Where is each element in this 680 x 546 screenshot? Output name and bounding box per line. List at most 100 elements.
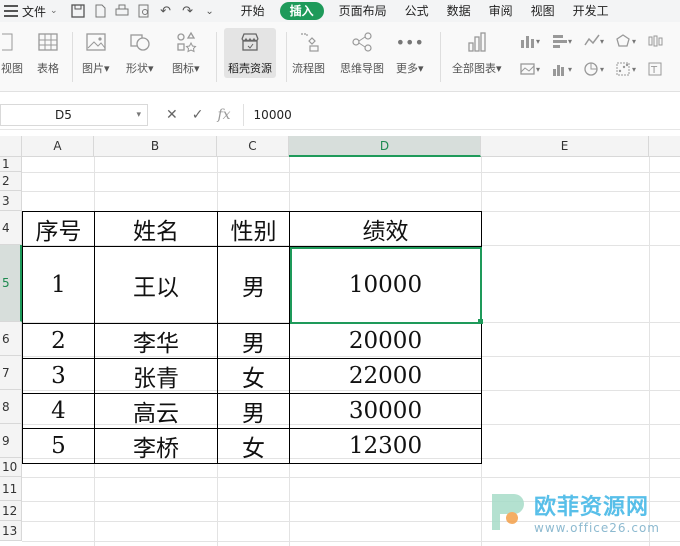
column-header-b[interactable]: B — [94, 136, 217, 157]
print-preview-icon[interactable] — [136, 3, 152, 19]
column-header-f[interactable] — [649, 136, 680, 157]
chart-type-row-1: ▾ ▾ ▾ ▾ — [520, 34, 670, 51]
row-header-4[interactable]: 4 — [0, 211, 22, 245]
table-cell[interactable]: 李华 — [94, 323, 218, 359]
mindmap-button[interactable]: 思维导图 — [340, 30, 384, 76]
header-cell-name[interactable]: 姓名 — [94, 211, 218, 247]
tab-page-layout[interactable]: 页面布局 — [330, 0, 396, 22]
row-header-13[interactable]: 13 — [0, 521, 22, 541]
file-menu[interactable]: 文件 ⌄ — [0, 0, 64, 22]
row-header-9[interactable]: 9 — [0, 424, 22, 458]
undo-icon[interactable]: ↶ — [158, 3, 174, 19]
table-cell[interactable]: 2 — [22, 323, 95, 359]
svg-text:▾: ▾ — [600, 65, 604, 74]
tab-data[interactable]: 数据 — [438, 0, 480, 22]
redo-icon[interactable]: ↷ — [180, 3, 196, 19]
confirm-icon[interactable]: ✓ — [192, 107, 204, 123]
table-cell[interactable]: 李桥 — [94, 428, 218, 464]
header-cell-index[interactable]: 序号 — [22, 211, 95, 247]
table-cell[interactable]: 女 — [217, 358, 290, 394]
tab-view[interactable]: 视图 — [522, 0, 564, 22]
watermark-text: 欧菲资源网 www.office26.com — [534, 489, 660, 535]
table-cell[interactable]: 3 — [22, 358, 95, 394]
table-cell[interactable]: 男 — [217, 393, 290, 429]
export-pdf-icon[interactable] — [92, 3, 108, 19]
table-label: 表格 — [37, 62, 59, 75]
header-cell-performance[interactable]: 绩效 — [289, 211, 482, 247]
icon-button[interactable]: 图标▾ — [172, 30, 200, 76]
column-header-c[interactable]: C — [217, 136, 289, 157]
formula-actions: ✕ ✓ fx — [166, 107, 231, 123]
line-chart-icon[interactable]: ▾ — [584, 34, 606, 51]
table-row: 2 李华 男 20000 — [22, 323, 482, 359]
flowchart-button[interactable]: 流程图 — [292, 30, 325, 76]
pivot-view-icon — [0, 30, 24, 54]
row-header-2[interactable]: 2 — [0, 172, 22, 191]
row-header-11[interactable]: 11 — [0, 477, 22, 501]
table-cell[interactable]: 4 — [22, 393, 95, 429]
svg-text:▾: ▾ — [568, 65, 572, 74]
table-cell[interactable]: 22000 — [289, 358, 482, 394]
row-header-12[interactable]: 12 — [0, 501, 22, 521]
table-cell[interactable]: 20000 — [289, 323, 482, 359]
save-icon[interactable] — [70, 3, 86, 19]
bar-chart-icon[interactable]: ▾ — [552, 34, 574, 51]
fill-handle[interactable] — [478, 319, 483, 324]
pie-chart-icon[interactable]: ▾ — [584, 62, 606, 79]
row-header-10[interactable]: 10 — [0, 458, 22, 477]
tab-developer[interactable]: 开发工 — [564, 0, 618, 22]
mindmap-icon — [350, 30, 374, 54]
picture-label: 图片▾ — [82, 62, 110, 75]
customize-chevron-icon[interactable]: ⌄ — [202, 3, 218, 19]
column-header-e[interactable]: E — [481, 136, 649, 157]
column-header-d[interactable]: D — [289, 136, 481, 157]
all-charts-icon — [465, 30, 489, 54]
insert-function-icon[interactable]: fx — [217, 107, 230, 123]
more-button[interactable]: ••• 更多▾ — [396, 30, 424, 76]
histogram-chart-icon[interactable]: ▾ — [552, 62, 574, 79]
radar-chart-icon[interactable]: ▾ — [616, 34, 638, 51]
text-box-icon[interactable]: T — [648, 62, 670, 79]
shape-icon — [128, 30, 152, 54]
tab-home[interactable]: 开始 — [232, 0, 274, 22]
column-chart-icon[interactable]: ▾ — [520, 34, 542, 51]
table-cell[interactable]: 高云 — [94, 393, 218, 429]
tab-insert[interactable]: 插入 — [279, 2, 324, 20]
table-cell[interactable]: 张青 — [94, 358, 218, 394]
table-cell[interactable]: 30000 — [289, 393, 482, 429]
print-icon[interactable] — [114, 3, 130, 19]
shape-button[interactable]: 形状▾ — [126, 30, 154, 76]
docer-resources-button[interactable]: 稻壳资源 — [224, 28, 276, 78]
table-cell[interactable]: 王以 — [94, 246, 218, 324]
row-header-8[interactable]: 8 — [0, 390, 22, 424]
column-header-a[interactable]: A — [22, 136, 94, 157]
formula-input[interactable]: 10000 — [242, 103, 680, 126]
tab-formulas[interactable]: 公式 — [396, 0, 438, 22]
row-header-5[interactable]: 5 — [0, 245, 22, 322]
stock-chart-icon[interactable] — [648, 34, 670, 51]
select-all-corner[interactable] — [0, 136, 22, 157]
row-header-3[interactable]: 3 — [0, 191, 22, 211]
header-cell-gender[interactable]: 性别 — [217, 211, 290, 247]
tab-review[interactable]: 审阅 — [480, 0, 522, 22]
scatter-chart-icon[interactable]: ▾ — [616, 62, 638, 79]
table-button[interactable]: 表格 — [36, 30, 60, 76]
row-header-7[interactable]: 7 — [0, 356, 22, 390]
table-cell[interactable]: 男 — [217, 323, 290, 359]
pivot-view-button[interactable]: 视图 — [0, 30, 24, 76]
row-header-1[interactable]: 1 — [0, 157, 22, 172]
table-cell[interactable]: 12300 — [289, 428, 482, 464]
name-box[interactable]: D5 ▾ — [0, 103, 148, 126]
shape-label: 形状▾ — [126, 62, 154, 75]
all-charts-button[interactable]: 全部图表▾ — [452, 30, 502, 76]
table-cell[interactable]: 5 — [22, 428, 95, 464]
row-header-6[interactable]: 6 — [0, 322, 22, 356]
picture-button[interactable]: 图片▾ — [82, 30, 110, 76]
area-chart-icon[interactable]: ▾ — [520, 62, 542, 79]
table-cell[interactable]: 男 — [217, 246, 290, 324]
table-cell[interactable]: 1 — [22, 246, 95, 324]
cancel-icon[interactable]: ✕ — [166, 107, 178, 123]
table-row: 5 李桥 女 12300 — [22, 428, 482, 464]
table-cell[interactable]: 女 — [217, 428, 290, 464]
active-cell-d5[interactable]: 10000 — [289, 246, 482, 324]
